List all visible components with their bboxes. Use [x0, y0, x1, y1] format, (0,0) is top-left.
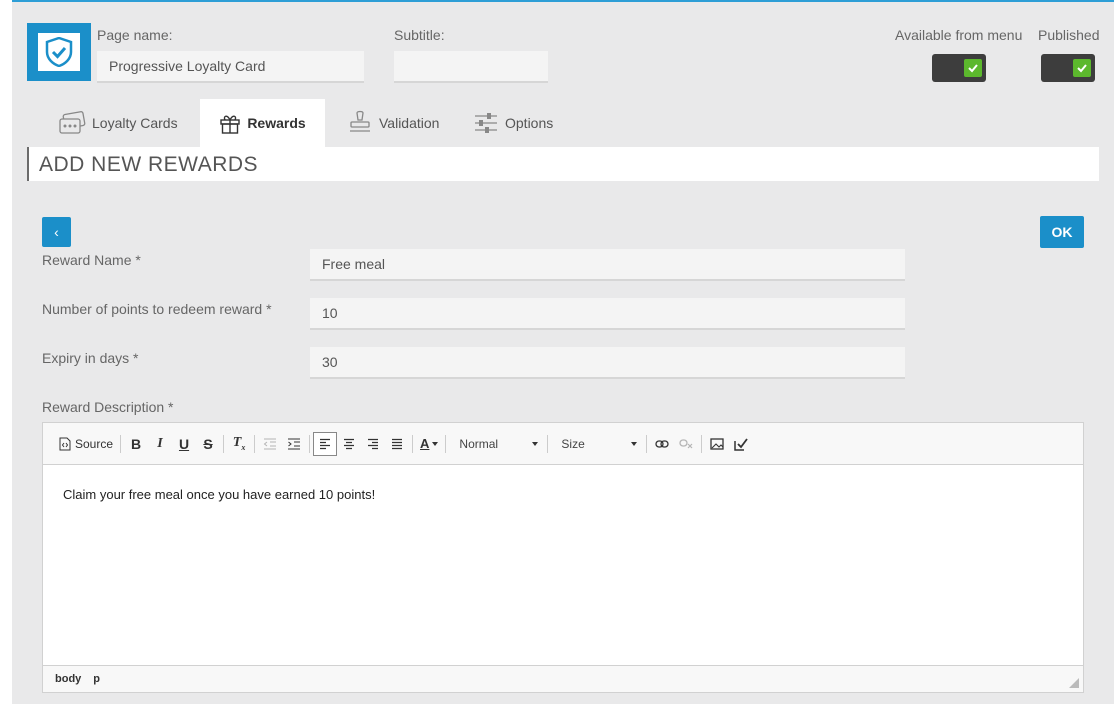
- page-name-value: Progressive Loyalty Card: [109, 58, 266, 74]
- size-dropdown[interactable]: Size: [551, 432, 643, 456]
- italic-icon: I: [157, 435, 163, 451]
- size-value: Size: [561, 436, 585, 451]
- tab-rewards[interactable]: Rewards: [200, 99, 325, 147]
- outdent-button[interactable]: [258, 432, 282, 456]
- path-element-p[interactable]: p: [93, 673, 100, 685]
- expiry-label: Expiry in days *: [42, 350, 139, 366]
- align-right-icon: [368, 438, 379, 449]
- toolbar-separator: [120, 434, 122, 453]
- path-element-body[interactable]: body: [55, 673, 81, 685]
- points-input[interactable]: 10: [310, 298, 905, 330]
- subtitle-label: Subtitle:: [394, 27, 445, 43]
- toolbar-separator: [547, 434, 549, 453]
- reward-name-label: Reward Name *: [42, 252, 141, 268]
- check-icon: [1077, 64, 1087, 73]
- check-icon: [968, 64, 978, 73]
- text-color-button[interactable]: A: [416, 432, 442, 456]
- editor-toolbar: Source B I U S Tx A Normal Size: [43, 423, 1083, 465]
- align-left-icon: [320, 438, 331, 449]
- format-value: Normal: [459, 436, 499, 451]
- toolbar-separator: [254, 434, 256, 453]
- bold-icon: B: [130, 435, 142, 452]
- published-toggle[interactable]: [1041, 54, 1095, 82]
- chevron-down-icon: [631, 441, 638, 446]
- align-center-icon: [344, 438, 355, 449]
- justify-icon: [392, 438, 403, 449]
- expiry-value: 30: [322, 354, 338, 370]
- tab-options-label: Options: [505, 115, 554, 131]
- underline-icon: U: [178, 435, 190, 452]
- tab-rewards-label: Rewards: [247, 115, 306, 131]
- ok-button[interactable]: OK: [1040, 216, 1084, 248]
- points-value: 10: [322, 305, 338, 321]
- editor-paragraph: Claim your free meal once you have earne…: [63, 487, 376, 502]
- expiry-input[interactable]: 30: [310, 347, 905, 379]
- resize-handle-icon[interactable]: [1069, 678, 1079, 688]
- text-color-icon: A: [420, 436, 430, 451]
- editor-statusbar: body p: [43, 665, 1083, 692]
- rich-text-editor: Source B I U S Tx A Normal Size Claim yo…: [42, 422, 1084, 693]
- reward-name-value: Free meal: [322, 256, 386, 272]
- tab-loyalty-cards[interactable]: Loyalty Cards: [48, 99, 188, 147]
- checkbox-button[interactable]: [729, 432, 753, 456]
- tab-options[interactable]: Options: [463, 99, 563, 147]
- unlink-button[interactable]: [674, 432, 698, 456]
- image-icon: [710, 437, 725, 450]
- outdent-icon: [263, 438, 277, 449]
- section-header: ADD NEW REWARDS: [27, 147, 1099, 181]
- justify-button[interactable]: [385, 432, 409, 456]
- app-frame: Page name: Progressive Loyalty Card Subt…: [12, 0, 1114, 704]
- editor-content[interactable]: Claim your free meal once you have earne…: [43, 465, 1083, 665]
- toolbar-separator: [412, 434, 414, 453]
- indent-button[interactable]: [282, 432, 306, 456]
- tab-validation-label: Validation: [379, 115, 440, 131]
- image-button[interactable]: [705, 432, 729, 456]
- reward-name-input[interactable]: Free meal: [310, 249, 905, 281]
- section-title: ADD NEW REWARDS: [39, 153, 259, 176]
- toolbar-separator: [701, 434, 703, 453]
- subtitle-input[interactable]: [394, 51, 548, 83]
- align-right-button[interactable]: [361, 432, 385, 456]
- format-dropdown[interactable]: Normal: [449, 432, 544, 456]
- toolbar-separator: [309, 434, 311, 453]
- app-logo: [27, 23, 91, 81]
- remove-format-button[interactable]: Tx: [227, 432, 251, 456]
- toolbar-separator: [445, 434, 447, 453]
- published-label: Published: [1038, 27, 1100, 43]
- shield-check-icon: [45, 37, 73, 67]
- back-button[interactable]: ‹: [42, 217, 71, 247]
- page-name-input[interactable]: Progressive Loyalty Card: [97, 51, 364, 83]
- tab-loyalty-cards-label: Loyalty Cards: [92, 115, 178, 131]
- toolbar-separator: [223, 434, 225, 453]
- bold-button[interactable]: B: [124, 432, 148, 456]
- tab-validation[interactable]: Validation: [337, 99, 449, 147]
- link-icon: [655, 439, 670, 448]
- indent-icon: [288, 438, 301, 449]
- sliders-icon: [475, 113, 497, 133]
- remove-format-icon: Tx: [232, 435, 246, 452]
- available-from-menu-toggle[interactable]: [932, 54, 986, 82]
- strikethrough-button[interactable]: S: [196, 432, 220, 456]
- checkbox-icon: [734, 437, 749, 451]
- available-from-menu-label: Available from menu: [895, 27, 1023, 43]
- loyalty-cards-icon: [59, 111, 86, 134]
- chevron-down-icon: [532, 441, 539, 446]
- gift-icon: [220, 115, 241, 134]
- italic-button[interactable]: I: [148, 432, 172, 456]
- source-icon: [59, 437, 71, 450]
- toolbar-separator: [646, 434, 648, 453]
- page-name-label: Page name:: [97, 27, 173, 43]
- align-left-button[interactable]: [313, 431, 338, 456]
- unlink-icon: [679, 438, 693, 448]
- strikethrough-icon: S: [203, 435, 213, 452]
- source-label: Source: [75, 436, 114, 451]
- link-button[interactable]: [650, 432, 674, 456]
- chevron-down-icon: [432, 441, 439, 446]
- align-center-button[interactable]: [337, 432, 361, 456]
- description-label: Reward Description *: [42, 399, 174, 415]
- stamp-icon: [350, 110, 370, 132]
- underline-button[interactable]: U: [172, 432, 196, 456]
- points-label: Number of points to redeem reward *: [42, 301, 272, 317]
- source-button[interactable]: Source: [55, 432, 117, 456]
